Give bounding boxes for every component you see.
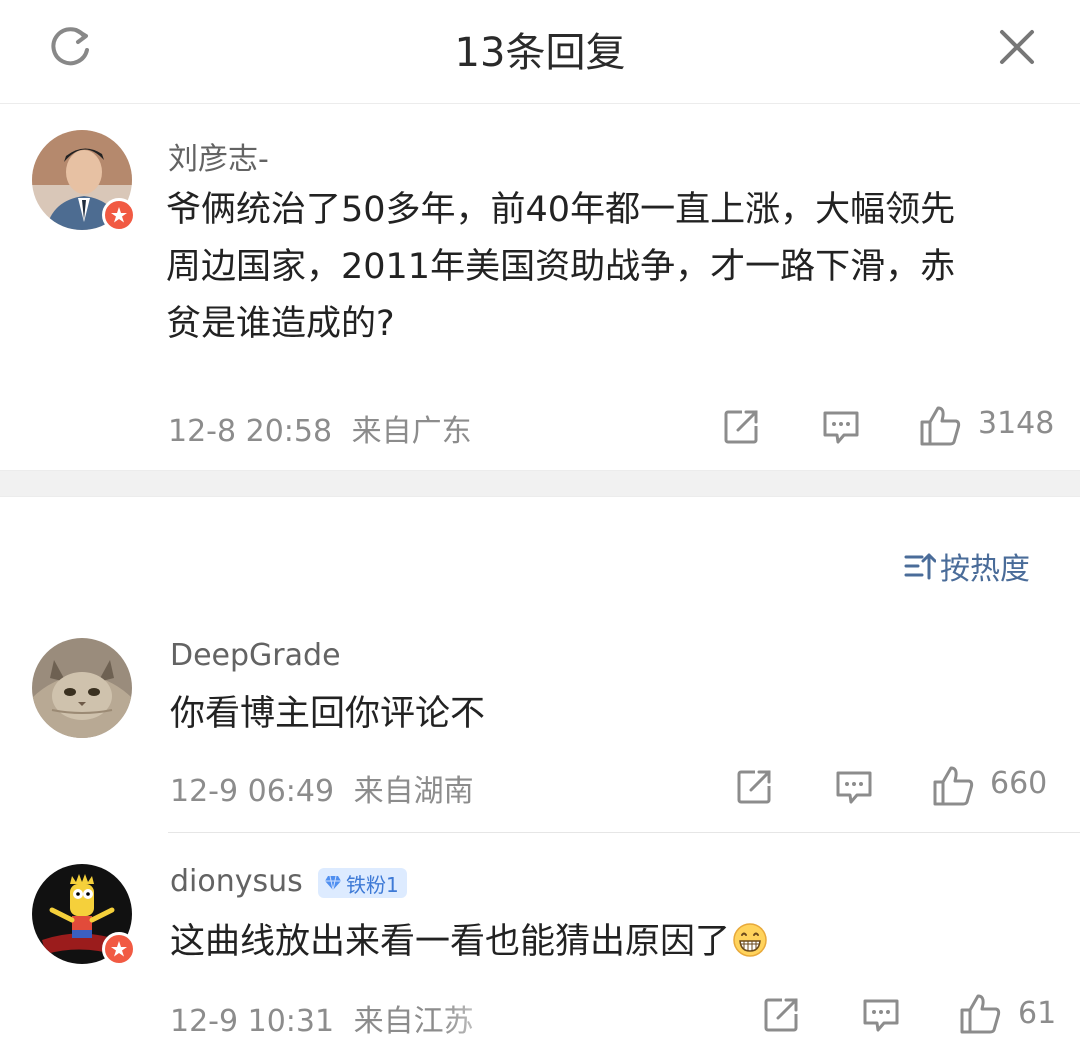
diamond-icon <box>325 875 341 891</box>
fan-level-badge[interactable]: 铁粉1 <box>318 868 407 898</box>
comment-text-line: 爷俩统治了50多年，前40年都一直上涨，大幅领先 <box>166 190 956 230</box>
reply-divider <box>168 832 1080 833</box>
like-count: 61 <box>1018 996 1057 1031</box>
avatar-image <box>32 638 132 738</box>
close-icon[interactable] <box>994 24 1040 70</box>
reply-text: 这曲线放出来看一看也能猜出原因了 <box>170 914 768 971</box>
grin-emoji-icon <box>733 923 767 957</box>
sort-button[interactable]: 按热度 <box>904 546 1030 587</box>
avatar[interactable] <box>32 638 132 738</box>
reply-meta: 12-9 06:49 来自湖南 <box>170 766 474 810</box>
comment-time: 12-8 20:58 <box>168 414 333 449</box>
verified-badge-icon <box>102 198 136 232</box>
reply-meta: 12-9 10:31 来自江苏 <box>170 996 474 1040</box>
comment-username[interactable]: 刘彦志- <box>168 134 269 178</box>
share-icon[interactable] <box>735 768 773 806</box>
sort-label: 按热度 <box>940 552 1030 587</box>
like-icon[interactable] <box>931 764 975 806</box>
reply-text-body: 这曲线放出来看一看也能猜出原因了 <box>170 922 731 962</box>
reply-time: 12-9 06:49 <box>170 774 335 809</box>
share-icon[interactable] <box>722 408 760 446</box>
comment-icon[interactable] <box>862 996 900 1034</box>
root-comment: 刘彦志- 爷俩统治了50多年，前40年都一直上涨，大幅领先 周边国家，2011年… <box>0 104 1080 470</box>
share-icon[interactable] <box>762 996 800 1034</box>
watermark-fade <box>440 990 700 1040</box>
reply-username[interactable]: dionysus <box>170 864 303 899</box>
comment-text: 爷俩统治了50多年，前40年都一直上涨，大幅领先 周边国家，2011年美国资助战… <box>166 182 1056 353</box>
like-icon[interactable] <box>918 404 962 446</box>
like-icon[interactable] <box>958 992 1002 1034</box>
sort-icon <box>904 553 936 580</box>
fan-badge-label: 铁粉1 <box>346 872 399 897</box>
like-count: 660 <box>990 766 1048 801</box>
page-title: 13条回复 <box>454 30 626 76</box>
comment-text-line: 周边国家，2011年美国资助战争，才一路下滑，赤 <box>166 247 956 287</box>
comment-icon[interactable] <box>822 408 860 446</box>
reply-location: 来自湖南 <box>353 774 474 809</box>
verified-badge-icon <box>102 932 136 966</box>
comment-icon[interactable] <box>835 768 873 806</box>
comment-meta: 12-8 20:58 来自广东 <box>168 406 472 450</box>
comment-location: 来自广东 <box>351 414 472 449</box>
comment-text-line: 贫是谁造成的? <box>166 304 395 344</box>
reply-time: 12-9 10:31 <box>170 1004 335 1039</box>
reply-username[interactable]: DeepGrade <box>170 638 341 673</box>
reply-text: 你看博主回你评论不 <box>170 694 486 734</box>
header-bar: 13条回复 <box>0 0 1080 104</box>
section-separator <box>0 470 1080 497</box>
avatar[interactable] <box>32 130 136 232</box>
avatar[interactable] <box>32 864 136 966</box>
like-count: 3148 <box>978 406 1055 441</box>
